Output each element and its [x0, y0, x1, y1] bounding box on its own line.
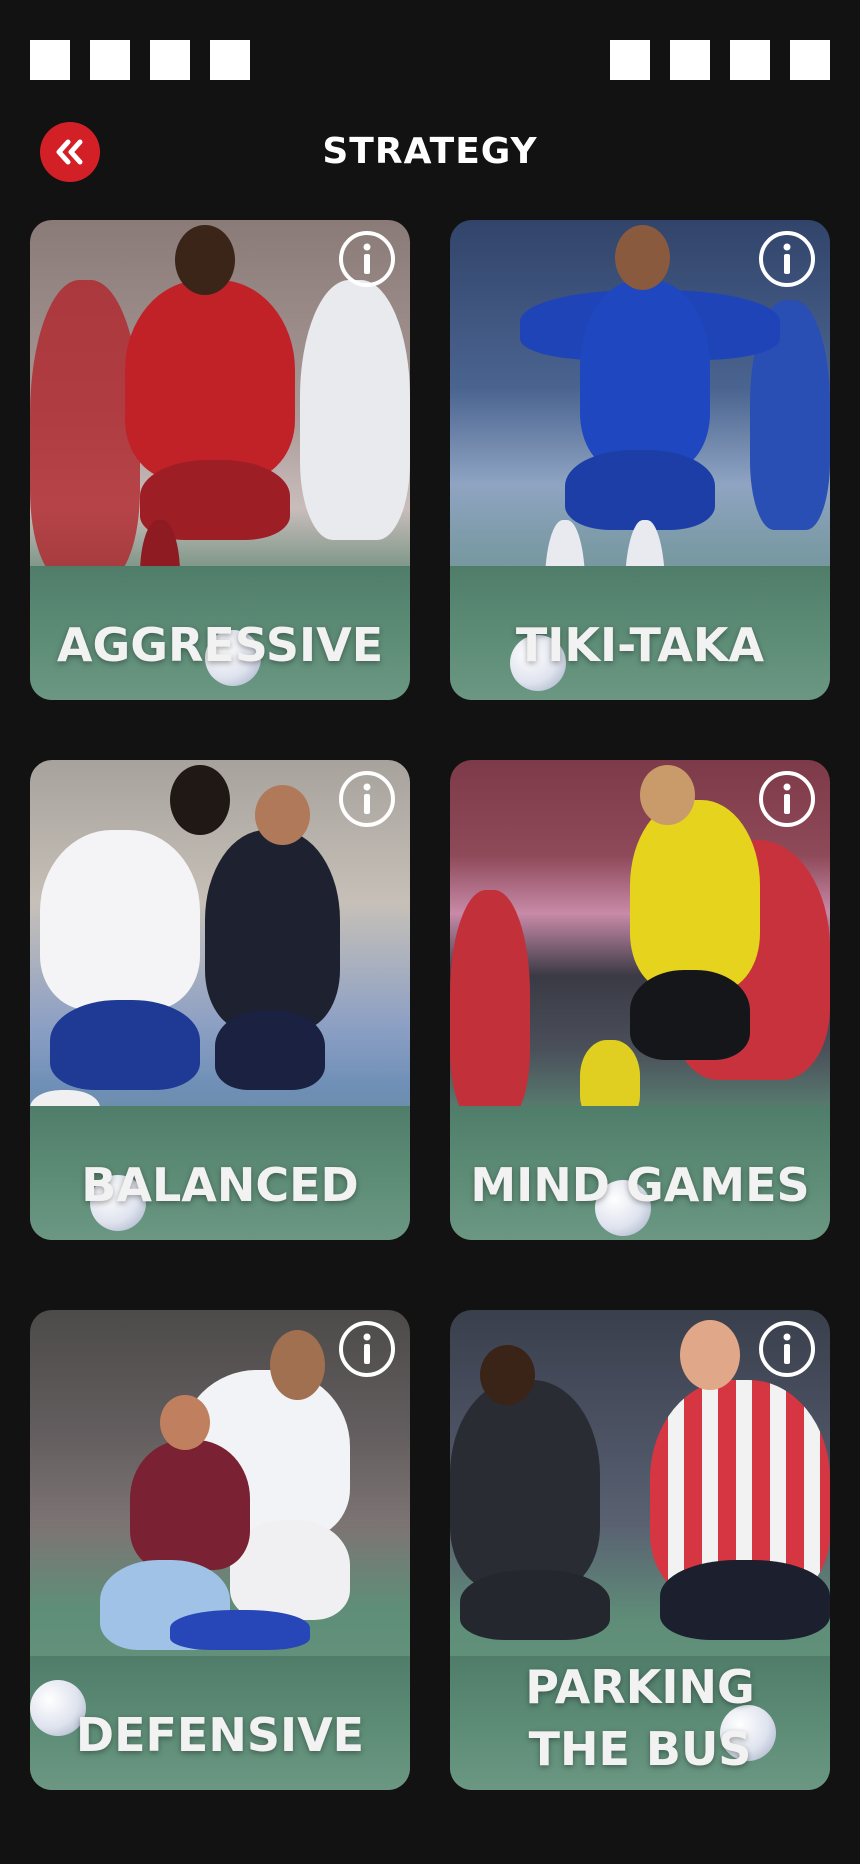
- strategy-card-mind-games[interactable]: MIND GAMES: [450, 760, 830, 1240]
- info-icon[interactable]: [758, 1320, 816, 1378]
- info-icon[interactable]: [758, 230, 816, 288]
- strategy-card-balanced[interactable]: BALANCED: [30, 760, 410, 1240]
- status-bar: [0, 0, 860, 110]
- card-photo: [30, 760, 410, 1240]
- card-photo: [30, 220, 410, 700]
- status-indicator: [210, 40, 250, 80]
- page-title: STRATEGY: [322, 131, 538, 172]
- card-photo: [450, 760, 830, 1240]
- info-icon[interactable]: [338, 1320, 396, 1378]
- status-indicator: [790, 40, 830, 80]
- status-indicator: [30, 40, 70, 80]
- strategy-card-parking-the-bus[interactable]: PARKING THE BUS: [450, 1310, 830, 1790]
- info-icon[interactable]: [338, 230, 396, 288]
- status-indicator: [730, 40, 770, 80]
- card-photo: [450, 1310, 830, 1790]
- back-button[interactable]: [40, 122, 100, 182]
- card-photo: [450, 220, 830, 700]
- strategy-card-tiki-taka[interactable]: TIKI-TAKA: [450, 220, 830, 700]
- status-indicator: [90, 40, 130, 80]
- header: STRATEGY: [0, 110, 860, 190]
- strategy-card-aggressive[interactable]: AGGRESSIVE: [30, 220, 410, 700]
- double-chevron-left-icon: [56, 139, 83, 165]
- card-photo: [30, 1310, 410, 1790]
- info-icon[interactable]: [338, 770, 396, 828]
- strategy-card-defensive[interactable]: DEFENSIVE: [30, 1310, 410, 1790]
- info-icon[interactable]: [758, 770, 816, 828]
- status-indicator: [670, 40, 710, 80]
- status-indicator: [610, 40, 650, 80]
- status-indicator: [150, 40, 190, 80]
